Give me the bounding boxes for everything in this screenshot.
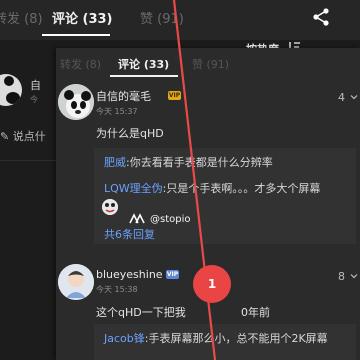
panel-tab-bar: 转发 (8) 评论 (33) 赞 (91)	[56, 48, 360, 77]
reply-text: :你去看看手表都是什么分辨率	[126, 156, 273, 169]
vip-badge: VIP	[166, 270, 179, 279]
avatar[interactable]	[58, 84, 94, 120]
reply-box: 肥威:你去看看手表都是什么分辨率 LQW理全伪:只是个手表啊。。。才多大个屏幕 …	[94, 148, 356, 244]
bg-tab-underline	[42, 34, 110, 36]
reply-item[interactable]: Jacob锋:手表屏幕那么小，总不能用个2K屏幕	[104, 330, 328, 346]
share-icon[interactable]	[311, 7, 331, 27]
background-tab-bar: 转发 (8) 评论 (33) 赞 (91)	[0, 0, 360, 40]
panda-avatar-icon	[58, 84, 94, 120]
bg-comment-input-hint[interactable]: ✎ 说点什	[0, 128, 46, 144]
reply-box: Jacob锋:手表屏幕那么小，总不能用个2K屏幕	[94, 324, 356, 360]
comments-panel: 转发 (8) 评论 (33) 赞 (91) 自信的毫毛 VIP 今天 15:37…	[56, 48, 360, 360]
tab-reposts[interactable]: 转发 (8)	[60, 56, 101, 72]
bg-tab-reposts[interactable]: 转发 (8)	[0, 8, 43, 27]
reply-username[interactable]: Jacob锋	[104, 332, 145, 345]
pencil-icon: ✎	[0, 130, 10, 143]
more-replies-link[interactable]: 共6条回复	[104, 226, 155, 242]
comment-username[interactable]: blueyeshine	[96, 268, 163, 281]
chevron-down-icon[interactable]	[350, 93, 358, 101]
bg-divider	[0, 160, 56, 161]
avatar[interactable]	[58, 264, 94, 300]
chevron-down-icon[interactable]	[350, 272, 358, 280]
comment-username[interactable]: 自信的毫毛	[96, 88, 151, 104]
reply-text: :只是个手表啊。。。才多大个屏幕	[162, 182, 321, 195]
tab-comments[interactable]: 评论 (33)	[118, 56, 169, 72]
watermark-logo-icon	[129, 213, 145, 224]
bg-partial-username: 自	[30, 79, 41, 92]
tab-likes[interactable]: 赞 (91)	[192, 56, 229, 72]
like-count[interactable]: 4	[338, 91, 345, 104]
vip-badge: VIP	[168, 91, 181, 100]
touch-point-indicator: 1	[193, 265, 231, 303]
user-avatar-icon	[58, 264, 94, 300]
watermark-text: @stopio	[150, 214, 191, 225]
tab-underline	[110, 75, 178, 77]
reply-text: :手表屏幕那么小，总不能用个2K屏幕	[144, 332, 328, 345]
face-icon	[102, 199, 118, 215]
bg-partial-time: 今	[30, 95, 38, 104]
bg-say-label: 说点什	[12, 130, 46, 143]
reply-item[interactable]: 肥威:你去看看手表都是什么分辨率	[104, 154, 273, 170]
comment-text: 这个qHD一下把我	[96, 306, 186, 319]
comment-timestamp: 今天 15:37	[96, 107, 138, 116]
bg-tab-comments[interactable]: 评论 (33)	[52, 8, 113, 27]
reply-avatar	[102, 199, 118, 215]
reply-item[interactable]: LQW理全伪:只是个手表啊。。。才多大个屏幕	[104, 180, 320, 196]
comment-text-tail: 0年前	[241, 306, 270, 319]
reply-username[interactable]: LQW理全伪	[104, 182, 163, 195]
bg-tab-likes[interactable]: 赞 (91)	[140, 8, 184, 27]
comment-text: 为什么是qHD	[96, 127, 164, 140]
like-count[interactable]: 8	[338, 270, 345, 283]
comment-timestamp: 今天 15:38	[96, 285, 138, 294]
reply-username[interactable]: 肥威	[104, 156, 126, 169]
